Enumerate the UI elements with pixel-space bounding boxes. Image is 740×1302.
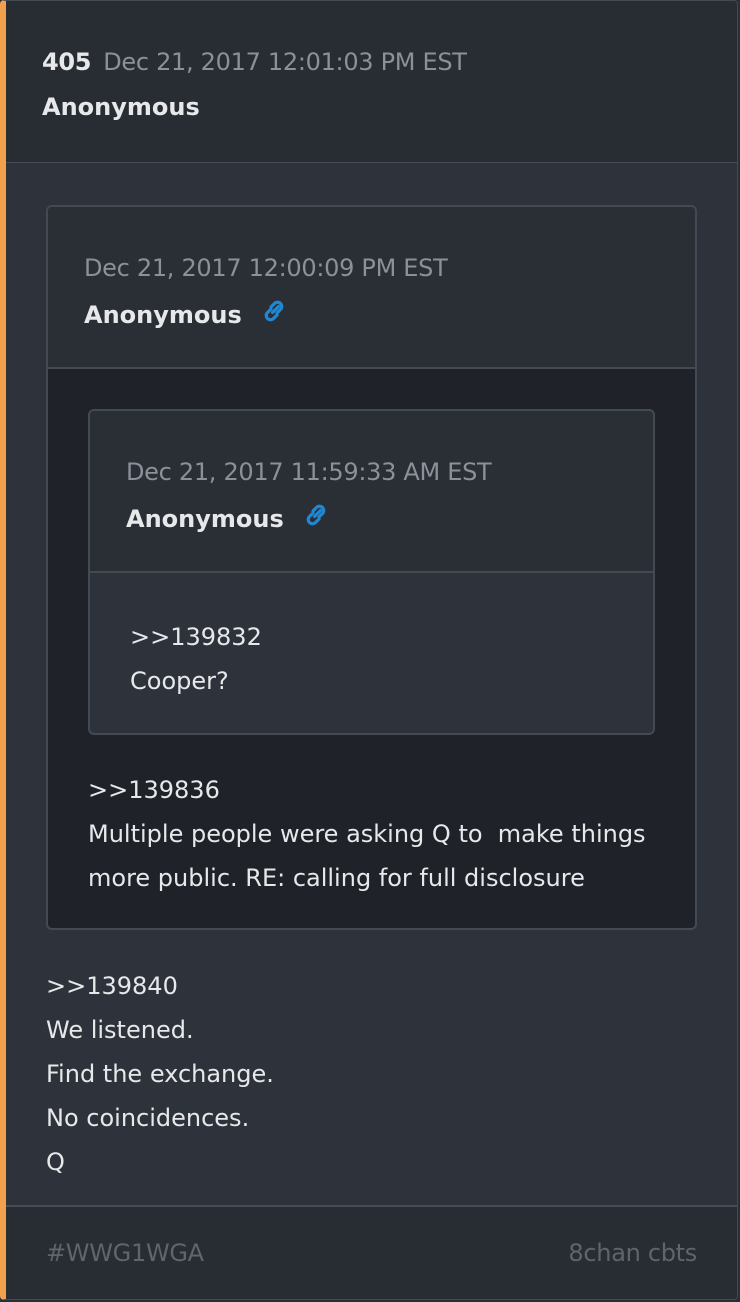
quoted-post-author: Anonymous xyxy=(84,301,242,329)
post-card: 405 Dec 21, 2017 12:01:03 PM EST Anonymou… xyxy=(0,0,738,1300)
post-body: Dec 21, 2017 12:00:09 PM EST Anonymous D… xyxy=(6,163,737,1184)
post-author: Anonymous xyxy=(42,93,200,121)
post-reference-link[interactable]: >>139832 xyxy=(130,615,613,659)
link-icon[interactable] xyxy=(302,501,330,529)
quoted-post-text: >>139836 Multiple people were asking Q to… xyxy=(48,735,695,928)
nested-quoted-post-text: >>139832 Cooper? xyxy=(90,573,653,733)
nested-quoted-post-timestamp: Dec 21, 2017 11:59:33 AM EST xyxy=(126,458,492,486)
post-reference-link[interactable]: >>139840 xyxy=(46,964,697,1008)
post-timestamp: Dec 21, 2017 12:01:03 PM EST xyxy=(103,48,467,76)
text-line: Cooper? xyxy=(130,667,229,695)
link-icon-graphic xyxy=(264,300,284,322)
source-label: 8chan cbts xyxy=(568,1239,697,1267)
post-reference-link[interactable]: >>139836 xyxy=(88,768,655,812)
post-footer: #WWG1WGA 8chan cbts xyxy=(6,1205,737,1299)
link-icon-graphic xyxy=(306,504,326,526)
quoted-post-timestamp: Dec 21, 2017 12:00:09 PM EST xyxy=(84,254,448,282)
nested-quoted-post-author: Anonymous xyxy=(126,505,284,533)
quoted-post-header: Dec 21, 2017 12:00:09 PM EST Anonymous xyxy=(48,207,695,369)
text-line: We listened. xyxy=(46,1016,194,1044)
post-header: 405 Dec 21, 2017 12:01:03 PM EST Anonymou… xyxy=(6,1,737,163)
text-line: more public. RE: calling for full disclo… xyxy=(88,864,585,892)
quoted-post: Dec 21, 2017 12:00:09 PM EST Anonymous D… xyxy=(46,205,697,930)
text-line: No coincidences. xyxy=(46,1104,250,1132)
nested-quoted-post: Dec 21, 2017 11:59:33 AM EST Anonymous >… xyxy=(88,409,655,735)
text-line: Find the exchange. xyxy=(46,1060,274,1088)
nested-quoted-post-header: Dec 21, 2017 11:59:33 AM EST Anonymous xyxy=(90,411,653,573)
text-line: Multiple people were asking Q to make th… xyxy=(88,820,646,848)
text-line: Q xyxy=(46,1148,65,1176)
post-text: >>139840 We listened. Find the exchange. No… xyxy=(46,930,697,1184)
link-icon[interactable] xyxy=(260,297,288,325)
post-number[interactable]: 405 xyxy=(42,48,92,76)
hashtag-link[interactable]: #WWG1WGA xyxy=(46,1239,204,1267)
